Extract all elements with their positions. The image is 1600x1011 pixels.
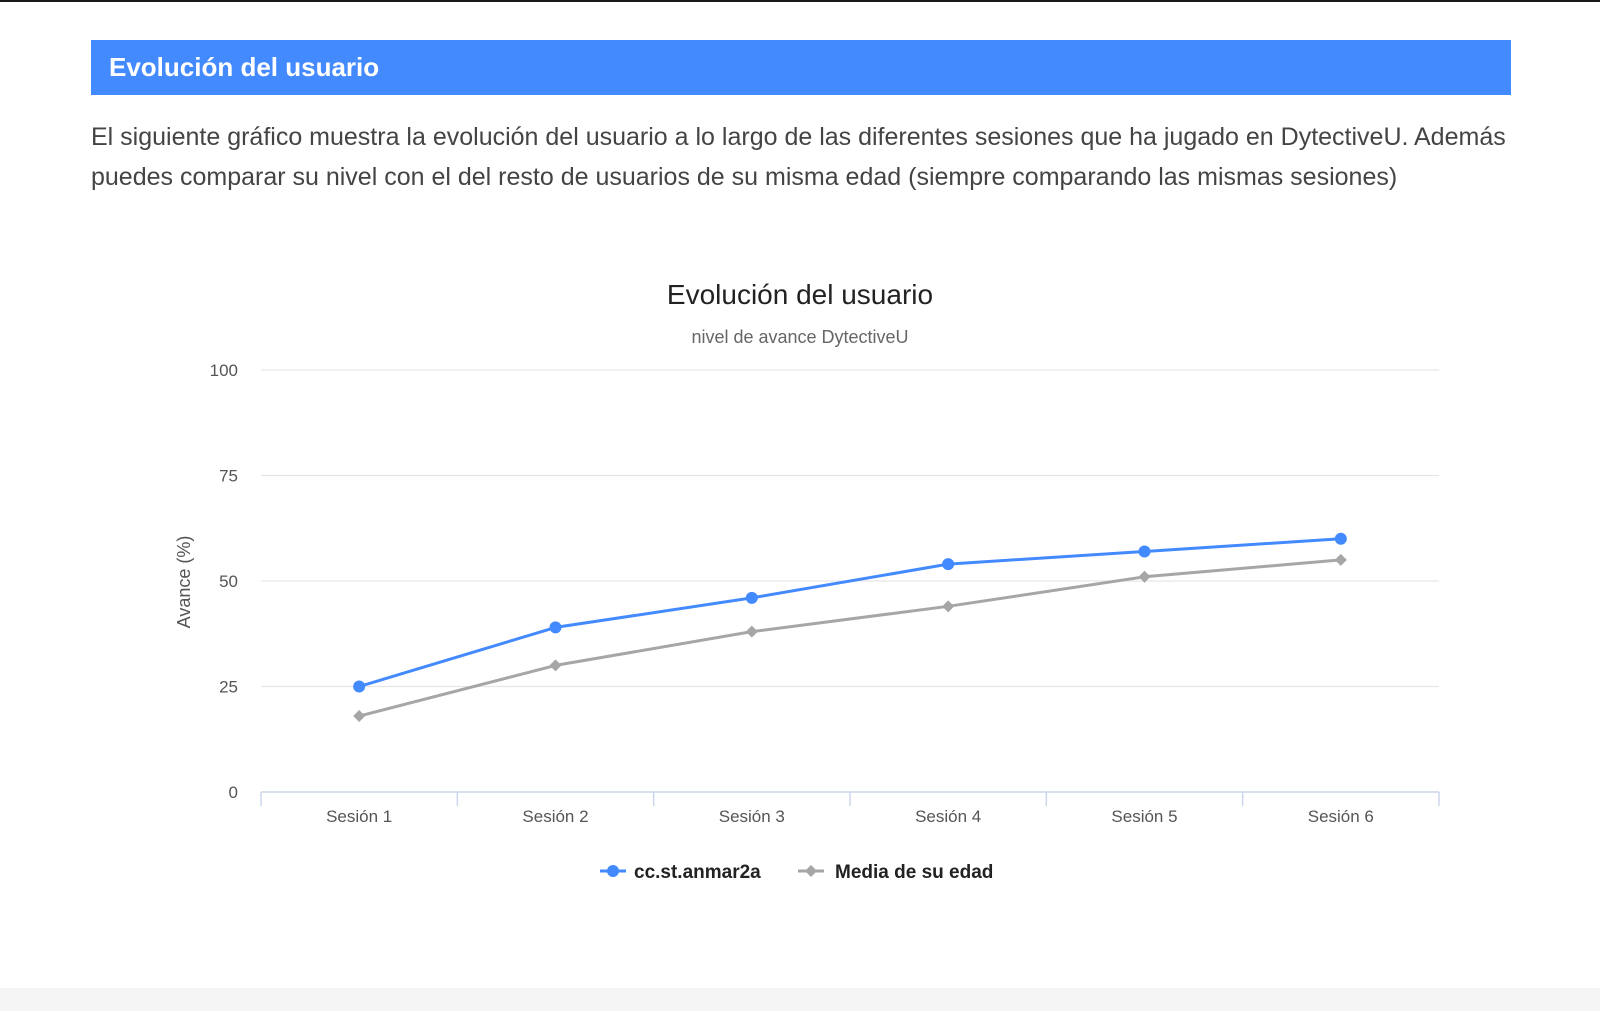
legend-marker-diamond xyxy=(805,865,817,877)
legend-item-average[interactable]: Media de su edad xyxy=(798,862,993,883)
y-tick-label: 75 xyxy=(219,467,238,486)
page-footer-band xyxy=(0,988,1600,1011)
series-line-user xyxy=(357,537,1343,688)
y-tick-label: 100 xyxy=(210,361,238,380)
series-line-average xyxy=(357,558,1343,718)
legend-label: cc.st.anmar2a xyxy=(634,862,761,883)
y-tick-label: 0 xyxy=(229,783,238,802)
x-tick-label: Sesión 2 xyxy=(522,807,588,826)
y-tick-label: 25 xyxy=(219,678,238,697)
data-point-average[interactable] xyxy=(745,625,758,638)
data-point-user[interactable] xyxy=(745,591,758,604)
y-axis-title: Avance (%) xyxy=(174,536,194,629)
data-point-user[interactable] xyxy=(549,621,562,634)
data-point-average[interactable] xyxy=(942,600,955,613)
line-chart: Evolución del usuario nivel de avance Dy… xyxy=(174,279,1440,883)
data-point-average[interactable] xyxy=(353,710,366,723)
data-point-average[interactable] xyxy=(549,659,562,672)
data-point-user[interactable] xyxy=(1138,545,1151,558)
x-tick-label: Sesión 3 xyxy=(719,807,785,826)
data-point-user[interactable] xyxy=(1334,532,1347,545)
legend-item-user[interactable]: cc.st.anmar2a xyxy=(600,862,761,883)
chart-title: Evolución del usuario xyxy=(667,279,933,310)
y-tick-label: 50 xyxy=(219,572,238,591)
data-point-user[interactable] xyxy=(353,680,366,693)
x-tick-label: Sesión 1 xyxy=(326,807,392,826)
x-tick-label: Sesión 4 xyxy=(915,807,981,826)
data-point-average[interactable] xyxy=(1334,553,1347,566)
data-point-user[interactable] xyxy=(942,558,955,571)
legend-marker-circle xyxy=(607,865,619,877)
legend-label: Media de su edad xyxy=(835,862,993,883)
chart-subtitle: nivel de avance DytectiveU xyxy=(691,327,908,347)
x-tick-label: Sesión 6 xyxy=(1308,807,1374,826)
x-tick-label: Sesión 5 xyxy=(1111,807,1177,826)
